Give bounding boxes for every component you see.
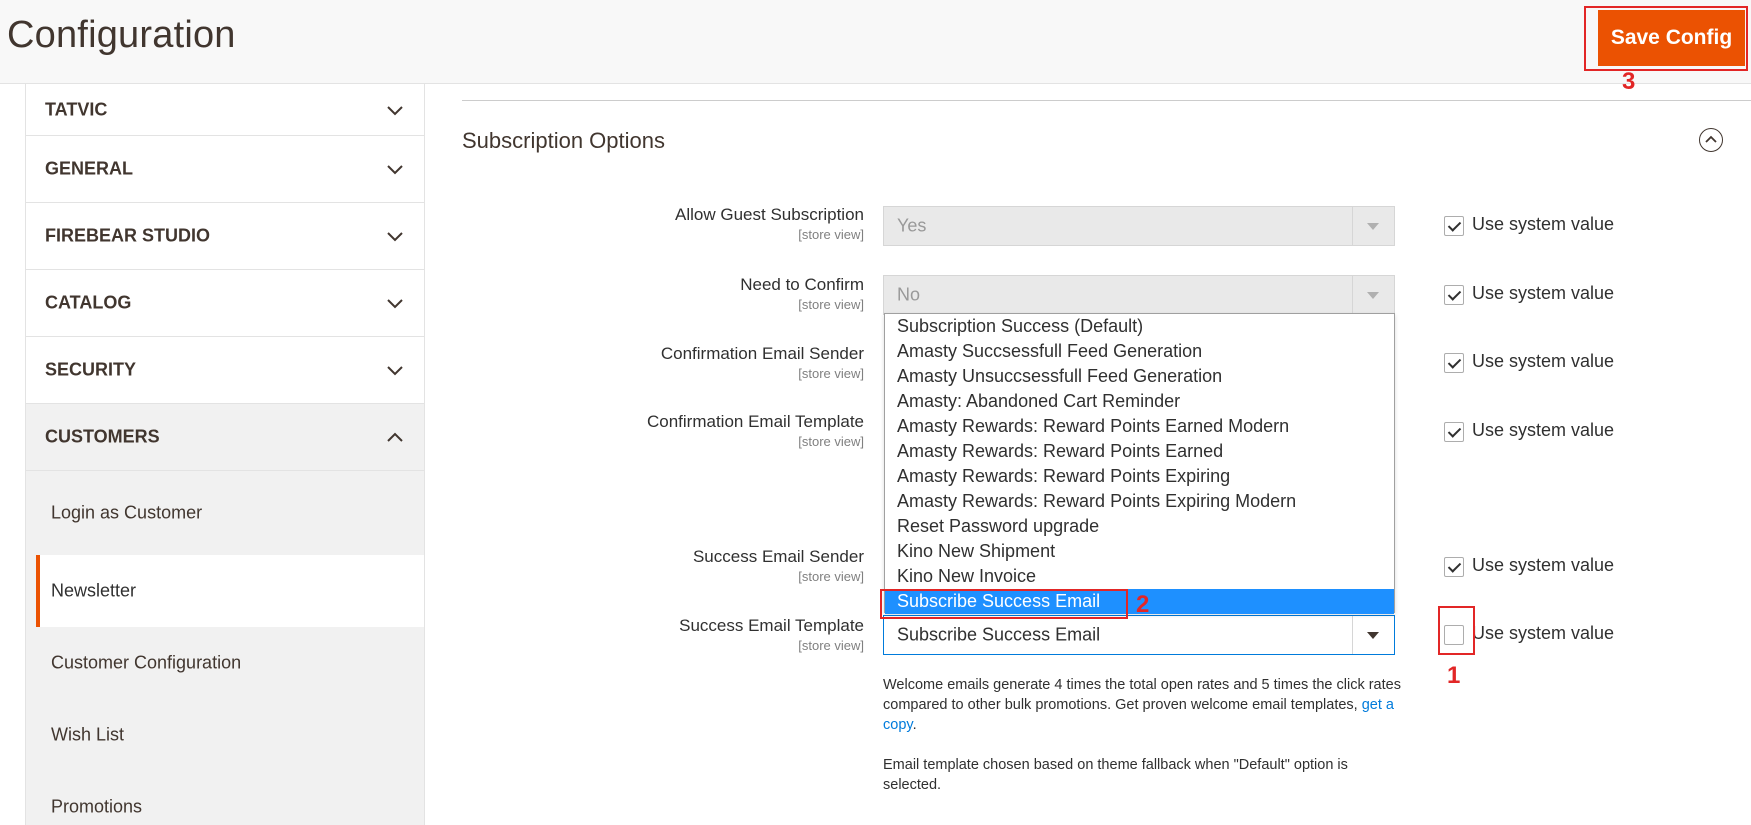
sidebar-item-promotions[interactable]: Promotions	[26, 771, 424, 825]
sidebar-section-label: CATALOG	[45, 292, 132, 313]
select-arrow-zone	[1352, 276, 1394, 314]
sidebar-section-label: GENERAL	[45, 158, 134, 179]
dropdown-option[interactable]: Kino New Invoice	[885, 564, 1394, 589]
sidebar-section-tatvic[interactable]: TATVIC	[25, 84, 425, 136]
use-system-value-label: Use system value	[1472, 214, 1615, 234]
field-scope: [store view]	[798, 638, 864, 653]
select-value: No	[897, 284, 921, 305]
note-text: Welcome emails generate 4 times the tota…	[883, 677, 1401, 713]
field-label-need-to-confirm: Need to Confirm	[740, 275, 864, 294]
template-note-fallback: Email template chosen based on theme fal…	[883, 757, 1348, 793]
caret-down-icon	[1367, 632, 1379, 639]
field-label-allow-guest: Allow Guest Subscription	[675, 205, 864, 224]
dropdown-option[interactable]: Amasty: Abandoned Cart Reminder	[885, 389, 1394, 414]
use-system-value-checkbox[interactable]	[1444, 422, 1464, 442]
chevron-down-icon	[387, 165, 403, 175]
use-system-value-checkbox[interactable]	[1444, 557, 1464, 577]
field-label-success-template: Success Email Template	[679, 616, 864, 635]
dropdown-option[interactable]: Subscription Success (Default)	[885, 314, 1394, 339]
customers-submenu: Login as Customer Newsletter Customer Co…	[25, 471, 425, 825]
use-system-value-checkbox[interactable]	[1444, 216, 1464, 236]
caret-down-icon	[1367, 223, 1379, 230]
annotation-number-2: 2	[1136, 591, 1150, 618]
section-title[interactable]: Subscription Options	[462, 128, 665, 154]
sidebar-section-label: CUSTOMERS	[45, 426, 160, 447]
app-window: Configuration Save Config 3 TATVIC GENER…	[0, 0, 1751, 825]
sidebar-section-customers[interactable]: CUSTOMERS	[25, 404, 425, 471]
sidebar-item-login-as-customer[interactable]: Login as Customer	[26, 471, 424, 555]
dropdown-option[interactable]: Amasty Unsuccsessfull Feed Generation	[885, 364, 1394, 389]
field-scope: [store view]	[798, 297, 864, 312]
chevron-up-icon	[1705, 135, 1717, 143]
sidebar-item-newsletter[interactable]: Newsletter	[36, 555, 424, 627]
chevron-down-icon	[387, 299, 403, 309]
field-scope: [store view]	[798, 227, 864, 242]
need-to-confirm-select[interactable]: No	[883, 275, 1395, 315]
use-system-value-label: Use system value	[1472, 623, 1615, 643]
field-scope: [store view]	[798, 434, 864, 449]
field-label-confirmation-sender: Confirmation Email Sender	[660, 344, 864, 363]
sidebar-section-firebear-studio[interactable]: FIREBEAR STUDIO	[25, 203, 425, 270]
config-main: Subscription Options Allow Guest Subscri…	[462, 84, 1751, 825]
use-system-value-label: Use system value	[1472, 555, 1615, 575]
sidebar-item-label: Wish List	[51, 724, 125, 745]
sidebar-item-label: Customer Configuration	[51, 652, 242, 673]
sidebar-section-security[interactable]: SECURITY	[25, 337, 425, 404]
select-arrow-zone	[1352, 207, 1394, 245]
sidebar-section-label: TATVIC	[45, 99, 108, 119]
caret-down-icon	[1367, 292, 1379, 299]
save-config-button[interactable]: Save Config	[1598, 10, 1745, 66]
use-system-value-checkbox[interactable]	[1444, 625, 1464, 645]
allow-guest-select[interactable]: Yes	[883, 206, 1395, 246]
field-scope: [store view]	[798, 366, 864, 381]
sidebar-item-label: Login as Customer	[51, 502, 203, 523]
use-system-value-label: Use system value	[1472, 351, 1615, 371]
page-title: Configuration	[7, 14, 236, 56]
dropdown-option[interactable]: Amasty Rewards: Reward Points Expiring	[885, 464, 1394, 489]
dropdown-option[interactable]: Reset Password upgrade	[885, 514, 1394, 539]
use-system-value-label: Use system value	[1472, 283, 1615, 303]
chevron-down-icon	[387, 232, 403, 242]
use-system-value-checkbox[interactable]	[1444, 285, 1464, 305]
config-sidebar: TATVIC GENERAL FIREBEAR STUDIO CATALOG S…	[25, 84, 425, 825]
field-label-confirmation-template: Confirmation Email Template	[647, 412, 864, 431]
sidebar-section-label: SECURITY	[45, 359, 137, 380]
template-note-welcome: Welcome emails generate 4 times the tota…	[883, 675, 1403, 735]
select-value: Subscribe Success Email	[897, 624, 1101, 645]
field-scope: [store view]	[798, 569, 864, 584]
dropdown-option[interactable]: Amasty Rewards: Reward Points Earned Mod…	[885, 414, 1394, 439]
use-system-value-checkbox[interactable]	[1444, 353, 1464, 373]
chevron-up-icon	[387, 432, 403, 442]
success-template-dropdown-list: Subscription Success (Default) Amasty Su…	[884, 313, 1395, 614]
sidebar-section-label: FIREBEAR STUDIO	[45, 225, 211, 246]
chevron-down-icon	[387, 366, 403, 376]
sidebar-item-wish-list[interactable]: Wish List	[26, 699, 424, 771]
chevron-down-icon	[387, 105, 403, 115]
dropdown-option[interactable]: Kino New Shipment	[885, 539, 1394, 564]
sidebar-section-catalog[interactable]: CATALOG	[25, 270, 425, 337]
select-value: Yes	[897, 215, 927, 236]
section-divider	[462, 100, 1751, 101]
note-end: .	[912, 717, 917, 733]
field-label-success-sender: Success Email Sender	[692, 547, 864, 566]
sidebar-section-general[interactable]: GENERAL	[25, 136, 425, 203]
sidebar-item-label: Newsletter	[51, 580, 137, 601]
dropdown-option[interactable]: Amasty Rewards: Reward Points Expiring M…	[885, 489, 1394, 514]
dropdown-option[interactable]: Amasty Rewards: Reward Points Earned	[885, 439, 1394, 464]
select-arrow-zone	[1352, 616, 1394, 654]
use-system-value-label: Use system value	[1472, 420, 1615, 440]
sidebar-item-customer-configuration[interactable]: Customer Configuration	[26, 627, 424, 699]
collapse-section-button[interactable]	[1699, 128, 1723, 152]
sidebar-item-label: Promotions	[51, 796, 143, 817]
annotation-number-1: 1	[1447, 662, 1461, 689]
page-header: Configuration Save Config	[0, 0, 1751, 84]
success-template-select[interactable]: Subscribe Success Email	[883, 615, 1395, 655]
dropdown-option[interactable]: Amasty Succsessfull Feed Generation	[885, 339, 1394, 364]
